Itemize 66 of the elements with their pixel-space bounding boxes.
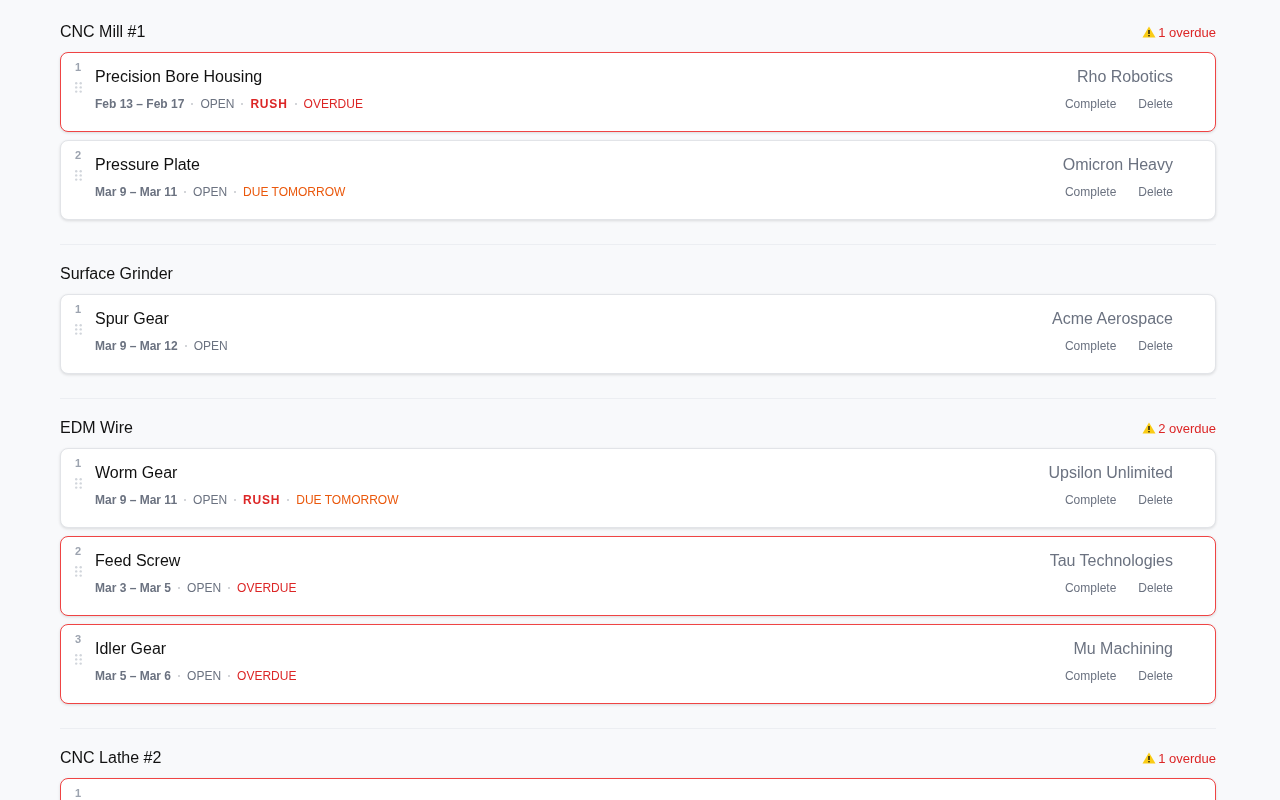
customer-name: Upsilon Unlimited: [1048, 464, 1173, 482]
job-dates: Mar 9 – Mar 11: [95, 493, 178, 507]
job-title: Idler Gear: [95, 640, 168, 658]
job-title: Feed Screw: [95, 552, 182, 570]
job-tag: OPEN: [187, 669, 222, 683]
job-tag: OVERDUE: [237, 669, 297, 683]
job-tag: DUE TOMORROW: [296, 493, 399, 507]
drag-handle-icon[interactable]: [74, 82, 82, 93]
job-title: Spur Gear: [95, 310, 170, 328]
drag-handle-icon[interactable]: [74, 478, 82, 489]
customer-name: Rho Robotics: [1076, 68, 1173, 86]
delete-button[interactable]: Delete: [1138, 185, 1173, 199]
job-position: 1: [74, 61, 82, 73]
job-dates: Mar 9 – Mar 12: [95, 339, 178, 353]
drag-handle-icon[interactable]: [74, 654, 82, 665]
job-tag: OPEN: [187, 581, 222, 595]
drag-handle-icon[interactable]: [74, 170, 82, 181]
job-dates: Mar 9 – Mar 11: [95, 185, 178, 199]
job-tag: OPEN: [200, 97, 235, 111]
customer-name: Tau Technologies: [1049, 552, 1173, 570]
machine-name: Surface Grinder: [60, 265, 173, 283]
drag-handle-icon[interactable]: [74, 324, 82, 335]
job-position: 2: [74, 149, 82, 161]
customer-name: Omicron Heavy: [1062, 156, 1173, 174]
machine-name: EDM Wire: [60, 419, 133, 437]
job-tag: OPEN: [193, 339, 228, 353]
complete-button[interactable]: Complete: [1064, 185, 1117, 199]
job-dates: Mar 3 – Mar 5: [95, 581, 172, 595]
machine-name: CNC Lathe #2: [60, 749, 162, 767]
job-title: Precision Bore Housing: [95, 68, 264, 86]
warning-icon: [1142, 422, 1157, 434]
job-position: 1: [74, 457, 82, 469]
overdue-label: 2 overdue: [1142, 420, 1216, 436]
job-title: Pressure Plate: [95, 156, 201, 174]
delete-button[interactable]: Delete: [1138, 493, 1173, 507]
job-tag: OPEN: [193, 493, 228, 507]
warning-icon: [1142, 26, 1157, 38]
complete-button[interactable]: Complete: [1064, 581, 1117, 595]
job-tag: OPEN: [193, 185, 228, 199]
complete-button[interactable]: Complete: [1064, 493, 1117, 507]
job-position: 2: [74, 545, 82, 557]
delete-button[interactable]: Delete: [1138, 669, 1173, 683]
overdue-label: 1 overdue: [1142, 24, 1216, 40]
complete-button[interactable]: Complete: [1064, 97, 1117, 111]
overdue-label: 1 overdue: [1142, 750, 1216, 766]
delete-button[interactable]: Delete: [1138, 581, 1173, 595]
delete-button[interactable]: Delete: [1138, 339, 1173, 353]
job-position: 1: [74, 303, 82, 315]
warning-icon: [1142, 752, 1157, 764]
job-title: Worm Gear: [95, 464, 179, 482]
delete-button[interactable]: Delete: [1138, 97, 1173, 111]
machine-name: CNC Mill #1: [60, 23, 146, 41]
complete-button[interactable]: Complete: [1064, 669, 1117, 683]
job-tag: RUSH: [243, 493, 281, 507]
job-tag: DUE TOMORROW: [243, 185, 346, 199]
customer-name: Mu Machining: [1073, 640, 1173, 658]
job-tag: OVERDUE: [303, 97, 363, 111]
job-dates: Mar 5 – Mar 6: [95, 669, 172, 683]
job-tag: RUSH: [250, 97, 288, 111]
customer-name: Acme Aerospace: [1052, 310, 1173, 328]
complete-button[interactable]: Complete: [1064, 339, 1117, 353]
drag-handle-icon[interactable]: [74, 566, 82, 577]
job-position: 3: [74, 633, 82, 645]
job-dates: Feb 13 – Feb 17: [95, 97, 185, 111]
job-tag: OVERDUE: [237, 581, 297, 595]
job-position: 1: [74, 787, 82, 799]
